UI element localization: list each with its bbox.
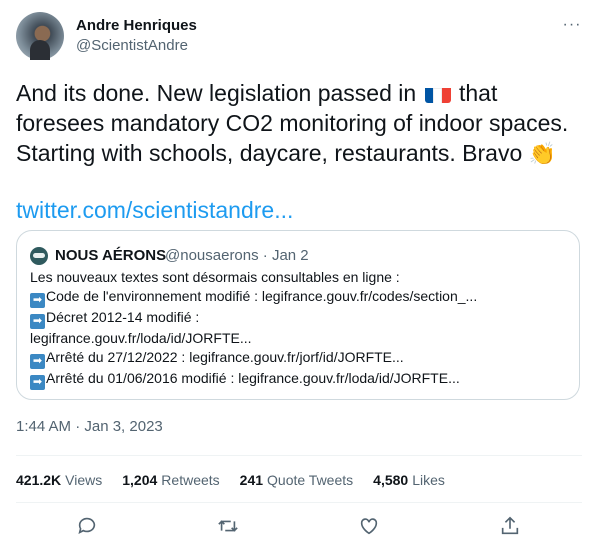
quote-author-name: NOUS AÉRONS: [55, 247, 167, 264]
quote-line: Les nouveaux textes sont désormais consu…: [30, 268, 570, 287]
quote-line-text: Arrêté du 01/06/2016 modifié : legifranc…: [46, 370, 460, 386]
quote-line: ➡ Code de l'environnement modifié : legif…: [30, 287, 570, 308]
retweets-stat[interactable]: 1,204 Retweets: [122, 471, 219, 489]
author-handle[interactable]: @ScientistAndre: [76, 37, 188, 55]
clapping-hands-icon: 👏: [528, 141, 557, 166]
right-arrow-icon: ➡: [30, 293, 45, 308]
tweet-timestamp[interactable]: 1:44 AM · Jan 3, 2023: [16, 418, 163, 436]
quoted-tweet[interactable]: NOUS AÉRONS @nousaerons · Jan 2 Les nouv…: [16, 230, 580, 400]
divider: [16, 455, 582, 456]
quote-tweets-count: 241: [239, 472, 264, 488]
quote-line: legifrance.gouv.fr/loda/id/JORFTE...: [30, 329, 570, 348]
quote-line: ➡ Arrêté du 27/12/2022 : legifrance.gouv.…: [30, 348, 570, 369]
retweets-label: Retweets: [161, 472, 220, 488]
more-options-icon[interactable]: ···: [562, 15, 582, 35]
quote-line-text: Décret 2012-14 modifié :: [46, 309, 200, 325]
tweet-stats: 421.2K Views 1,204 Retweets 241 Quote Tweet…: [16, 471, 465, 489]
reply-icon[interactable]: [76, 515, 100, 539]
action-bar: [0, 515, 598, 541]
right-arrow-icon: ➡: [30, 314, 45, 329]
author-name[interactable]: Andre Henriques: [76, 17, 197, 35]
divider: [16, 502, 582, 503]
quote-tweets-label: Quote Tweets: [267, 472, 354, 488]
tweet-line-3: Starting with schools, daycare, restaura…: [16, 140, 529, 166]
right-arrow-icon: ➡: [30, 375, 45, 390]
like-icon[interactable]: [358, 515, 382, 539]
quote-tweets-stat[interactable]: 241 Quote Tweets: [240, 471, 354, 489]
tweet-line-1-end: that: [452, 80, 498, 106]
views-label: Views: [65, 472, 103, 488]
retweets-count: 1,204: [122, 472, 158, 488]
quote-author-avatar: [30, 247, 48, 265]
quote-line: ➡ Décret 2012-14 modifié :: [30, 308, 570, 329]
quote-line-text: Code de l'environnement modifié : legifr…: [46, 288, 478, 304]
share-icon[interactable]: [499, 515, 523, 539]
france-flag-icon: [424, 84, 451, 103]
quote-text: Les nouveaux textes sont désormais consu…: [30, 268, 570, 390]
tweet-line-2: foresees mandatory CO2 monitoring of ind…: [16, 110, 569, 136]
tweet-text: And its done. New legislation passed in …: [16, 78, 586, 169]
quote-line-text: Arrêté du 27/12/2022 : legifrance.gouv.f…: [46, 349, 404, 365]
quote-line-text: legifrance.gouv.fr/loda/id/JORFTE...: [30, 330, 252, 346]
views-stat[interactable]: 421.2K Views: [16, 471, 102, 489]
retweet-icon[interactable]: [217, 515, 241, 539]
quote-line: ➡ Arrêté du 01/06/2016 modifié : legifran…: [30, 369, 570, 390]
quote-line-text: Les nouveaux textes sont désormais consu…: [30, 269, 400, 285]
quote-author-meta: @nousaerons · Jan 2: [165, 247, 309, 264]
author-avatar[interactable]: [16, 12, 64, 60]
tweet-line-1-start: And its done. New legislation passed in: [16, 80, 423, 106]
likes-stat[interactable]: 4,580 Likes: [373, 471, 445, 489]
likes-label: Likes: [412, 472, 445, 488]
likes-count: 4,580: [373, 472, 409, 488]
right-arrow-icon: ➡: [30, 354, 45, 369]
views-count: 421.2K: [16, 472, 62, 488]
tweet-link[interactable]: twitter.com/scientistandre...: [16, 195, 293, 225]
